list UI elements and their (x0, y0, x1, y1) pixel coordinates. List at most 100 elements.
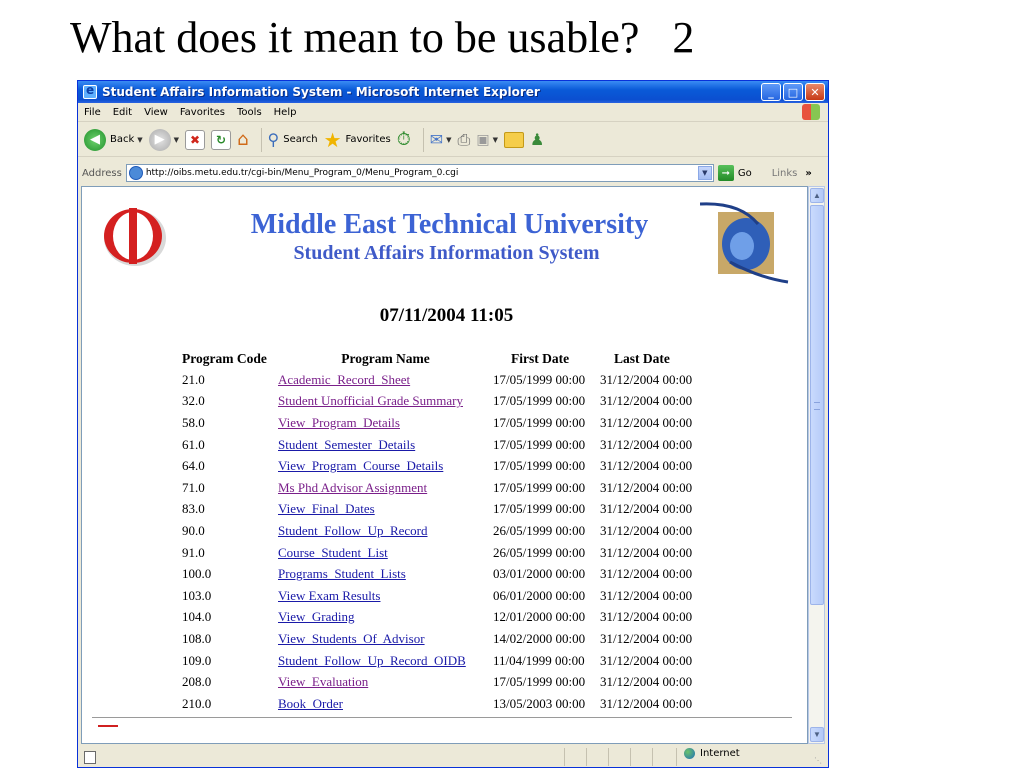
program-link[interactable]: Student Semester Details (278, 437, 415, 452)
program-name-cell: View Program Details (278, 412, 493, 434)
vertical-scrollbar[interactable]: ▲ ▼ (808, 186, 825, 744)
windows-logo-icon (802, 104, 820, 120)
close-button[interactable]: ✕ (805, 83, 825, 101)
messenger-button[interactable]: ♟ (530, 130, 544, 149)
table-row: 103.0 View Exam Results 06/01/2000 00:00 31… (180, 585, 712, 607)
minimize-button[interactable]: _ (761, 83, 781, 101)
ie-app-icon[interactable] (83, 83, 97, 99)
page-icon (128, 166, 143, 180)
program-link[interactable]: View Grading (278, 609, 354, 624)
last-date: 31/12/2004 00:00 (600, 609, 693, 625)
program-name-cell: View Evaluation (278, 671, 493, 693)
last-date: 31/12/2004 00:00 (600, 414, 693, 430)
program-link[interactable]: Student Follow Up Record (278, 523, 428, 538)
links-button[interactable]: Links (772, 168, 798, 179)
folder-button[interactable] (503, 131, 524, 148)
program-link[interactable]: Book Order (278, 696, 343, 711)
back-button[interactable]: ◀ Back ▼ (84, 128, 143, 151)
program-link[interactable]: Course Student List (278, 545, 388, 560)
security-zone[interactable]: Internet (684, 748, 740, 759)
address-url: http://oibs.metu.edu.tr/cgi-bin/Menu_Pro… (145, 168, 459, 178)
maximize-button[interactable]: □ (783, 83, 803, 101)
mail-dropdown-icon[interactable]: ▼ (446, 136, 451, 144)
refresh-button[interactable]: ↻ (211, 129, 232, 150)
back-dropdown-icon[interactable]: ▼ (137, 136, 142, 144)
print-button[interactable]: ⎙ (458, 130, 471, 150)
first-date: 17/05/1999 00:00 (493, 458, 586, 474)
first-date: 03/01/2000 00:00 (493, 566, 586, 582)
edit-button[interactable]: ▣ ▼ (476, 132, 498, 148)
resize-grip-icon[interactable]: ⋱ (814, 756, 824, 766)
scroll-thumb[interactable] (810, 205, 824, 605)
program-name-cell: Student Follow Up Record (278, 520, 493, 542)
program-name-cell: Student Semester Details (278, 434, 493, 456)
table-row: 71.0 Ms Phd Advisor Assignment 17/05/1999 … (180, 477, 712, 499)
program-link[interactable]: Academic Record Sheet (278, 372, 410, 387)
scroll-up-button[interactable]: ▲ (810, 188, 824, 203)
first-date: 17/05/1999 00:00 (493, 414, 586, 430)
forward-dropdown-icon[interactable]: ▼ (174, 136, 179, 144)
search-button[interactable]: ⚲ Search (268, 130, 318, 149)
last-date: 31/12/2004 00:00 (600, 522, 693, 538)
first-date: 14/02/2000 00:00 (493, 630, 586, 646)
program-link[interactable]: View Exam Results (278, 588, 380, 603)
menu-favorites[interactable]: Favorites (174, 107, 231, 118)
column-header-code: Program Code (182, 351, 267, 366)
program-code: 104.0 (182, 609, 212, 625)
first-date: 26/05/1999 00:00 (493, 544, 586, 560)
first-date: 17/05/1999 00:00 (493, 479, 586, 495)
menu-edit[interactable]: Edit (107, 107, 138, 118)
program-link[interactable]: View Program Course Details (278, 458, 443, 473)
program-name-cell: Student Unofficial Grade Summary (278, 391, 493, 413)
program-link[interactable]: View Program Details (278, 415, 400, 430)
program-code: 32.0 (182, 393, 205, 409)
globe-icon (684, 748, 695, 759)
links-chevron-icon[interactable]: » (805, 168, 811, 179)
title-bar[interactable]: Student Affairs Information System - Mic… (78, 81, 828, 103)
toolbar-separator (260, 127, 262, 152)
last-date: 31/12/2004 00:00 (600, 436, 693, 452)
edit-dropdown-icon[interactable]: ▼ (493, 136, 498, 144)
last-date: 31/12/2004 00:00 (600, 674, 693, 690)
last-date: 31/12/2004 00:00 (600, 479, 693, 495)
menu-tools[interactable]: Tools (231, 107, 268, 118)
stop-button[interactable]: ✖ (185, 129, 206, 150)
go-button[interactable]: ➞ Go (717, 165, 752, 181)
program-link[interactable]: View Evaluation (278, 674, 368, 689)
menu-help[interactable]: Help (268, 107, 303, 118)
program-link[interactable]: Programs Student Lists (278, 566, 406, 581)
address-label: Address (82, 167, 122, 179)
address-input[interactable]: http://oibs.metu.edu.tr/cgi-bin/Menu_Pro… (125, 164, 714, 182)
program-link[interactable]: Student Unofficial Grade Summary (278, 393, 463, 408)
column-header-last-date: Last Date (614, 351, 670, 366)
back-label: Back (110, 134, 135, 145)
mail-button[interactable]: ✉ ▼ (430, 130, 452, 149)
program-link[interactable]: View Final Dates (278, 501, 375, 516)
menu-file[interactable]: File (78, 107, 107, 118)
home-button[interactable]: ⌂ (237, 129, 248, 150)
program-link[interactable]: Student Follow Up Record OIDB (278, 653, 466, 668)
slide-title: What does it mean to be usable? 2 (70, 13, 695, 62)
table-row: 91.0 Course Student List 26/05/1999 00:00 3… (180, 542, 712, 564)
table-row: 210.0 Book Order 13/05/2003 00:00 31/12/200… (180, 693, 712, 715)
history-button[interactable]: ⏱ (397, 129, 411, 150)
printer-icon: ⎙ (457, 129, 471, 149)
table-row: 108.0 View Students Of Advisor 14/02/2000 … (180, 628, 712, 650)
program-name-cell: View Exam Results (278, 585, 493, 607)
page-content[interactable]: Middle East Technical University Student… (81, 186, 808, 744)
last-date: 31/12/2004 00:00 (600, 695, 693, 711)
folder-icon (503, 131, 524, 148)
back-arrow-icon: ◀ (84, 128, 106, 151)
first-date: 12/01/2000 00:00 (493, 609, 586, 625)
program-link[interactable]: Ms Phd Advisor Assignment (278, 480, 427, 495)
last-date: 31/12/2004 00:00 (600, 630, 693, 646)
program-name-cell: Academic Record Sheet (278, 369, 493, 391)
menu-view[interactable]: View (138, 107, 174, 118)
scroll-down-button[interactable]: ▼ (810, 727, 824, 742)
go-label: Go (737, 167, 752, 179)
address-dropdown-icon[interactable]: ▼ (697, 166, 712, 180)
forward-button[interactable]: ▶ ▼ (148, 128, 179, 151)
program-code: 208.0 (182, 674, 212, 690)
program-link[interactable]: View Students Of Advisor (278, 631, 425, 646)
favorites-button[interactable]: ★ Favorites (324, 128, 391, 152)
